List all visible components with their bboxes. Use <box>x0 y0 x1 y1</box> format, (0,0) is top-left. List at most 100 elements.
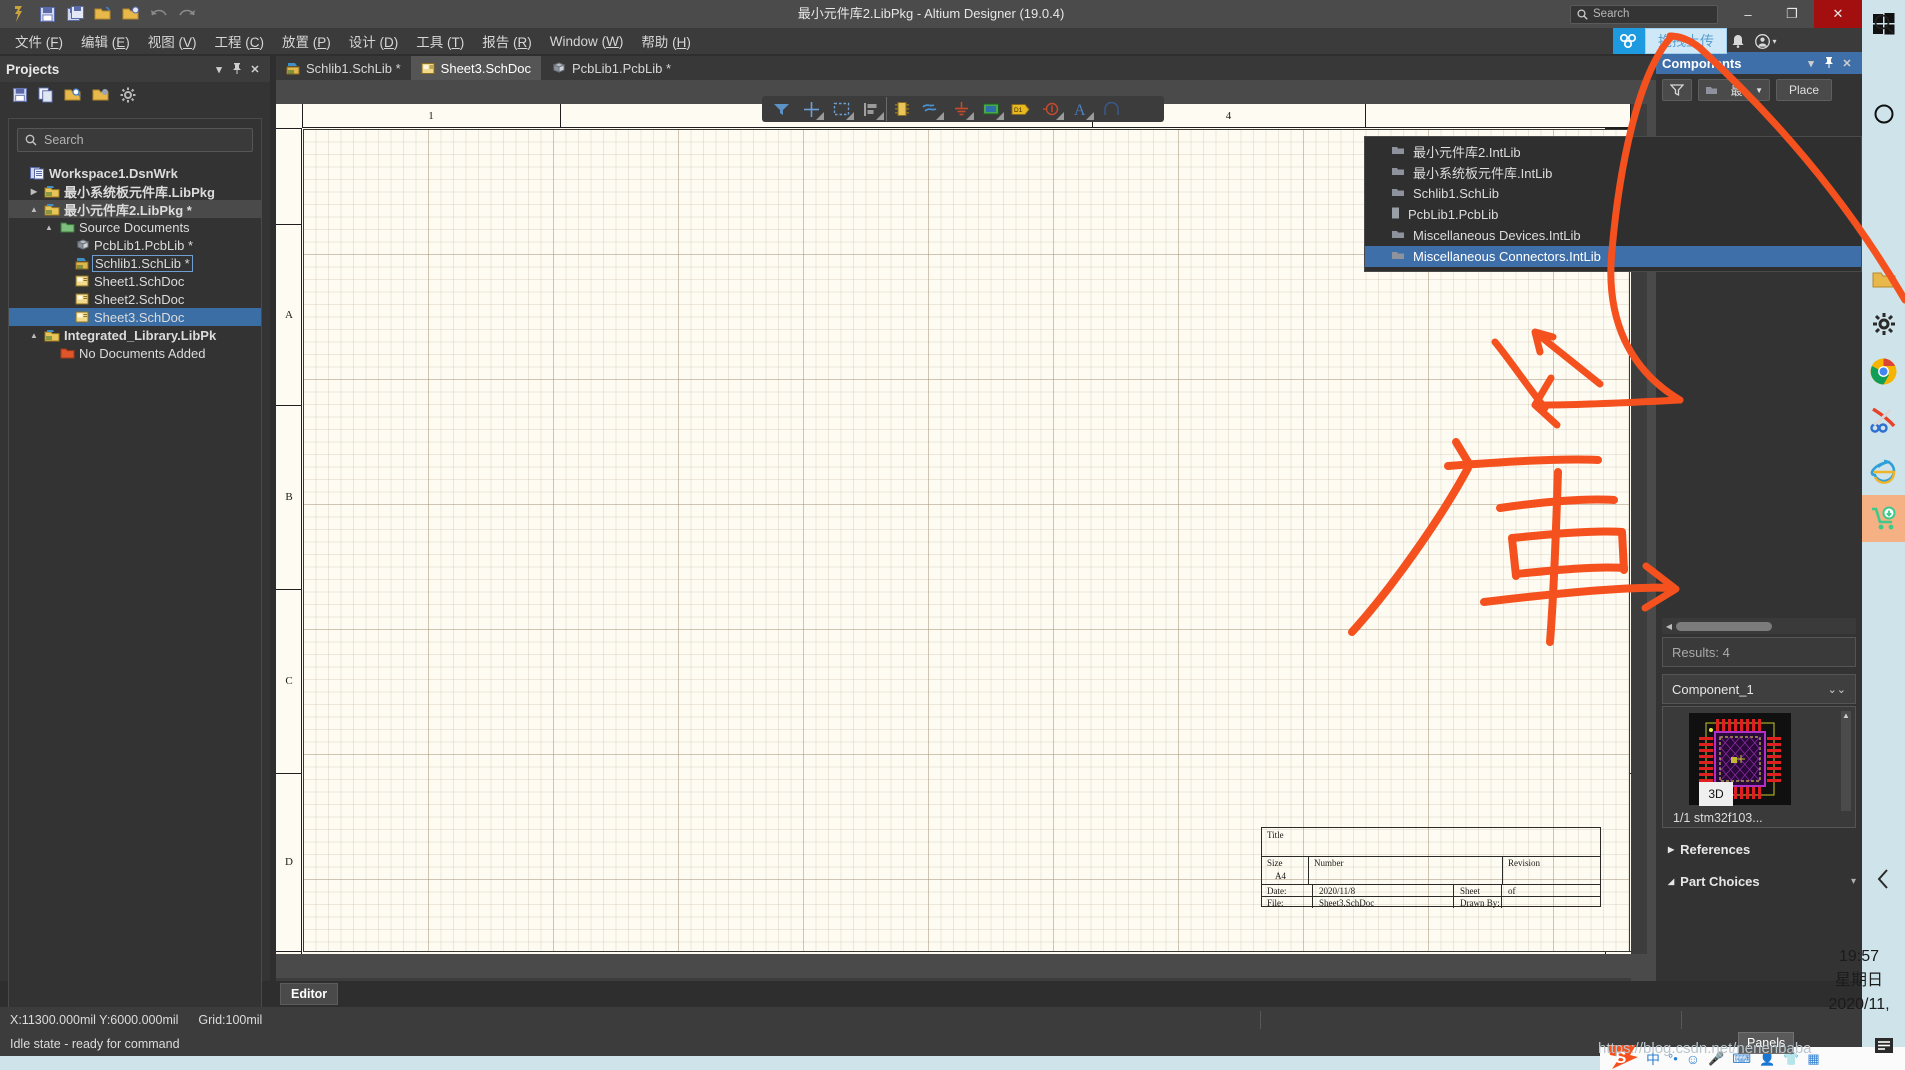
projects-gear-icon[interactable] <box>120 87 136 108</box>
minimize-button[interactable]: – <box>1726 0 1770 28</box>
projects-open-search-icon[interactable] <box>64 87 82 108</box>
shopping-cart-icon[interactable] <box>1862 495 1905 542</box>
tab-schlib1[interactable]: Schlib1.SchLib * <box>276 56 411 80</box>
projects-search-input[interactable]: Search <box>17 128 253 152</box>
menu-reports[interactable]: 报告 (R) <box>473 28 541 54</box>
components-hscroll-thumb[interactable] <box>1676 621 1772 631</box>
library-list-item[interactable]: 最小系统板元件库.IntLib <box>1365 162 1861 183</box>
tree-item[interactable]: Workspace1.DsnWrk <box>9 164 261 182</box>
global-search-input[interactable]: Search <box>1570 4 1718 24</box>
notification-bell-icon[interactable] <box>1727 34 1749 48</box>
preview-3d-badge[interactable]: 3D <box>1699 782 1733 806</box>
library-list-item[interactable]: PcbLib1.PcbLib <box>1365 204 1861 225</box>
section-more-icon[interactable]: ▾ <box>1851 876 1856 887</box>
tree-item[interactable]: Sheet2.SchDoc <box>9 290 261 308</box>
open-project-icon[interactable] <box>118 2 144 26</box>
collapse-arrow-icon[interactable]: ▲ <box>28 205 40 214</box>
section-references[interactable]: ▶ References <box>1668 842 1750 857</box>
projects-copy-icon[interactable] <box>38 86 54 108</box>
place-wire-icon[interactable] <box>916 97 946 121</box>
component-name-bar[interactable]: Component_1 ⌄⌄ <box>1662 674 1856 704</box>
preview-vscrollbar[interactable]: ▲ <box>1841 711 1851 811</box>
tab-pcblib1[interactable]: PcbLib1.PcbLib * <box>541 56 681 80</box>
menu-view[interactable]: 视图 (V) <box>139 28 206 54</box>
place-arc-icon[interactable] <box>1096 97 1126 121</box>
close-button[interactable]: ✕ <box>1814 0 1862 28</box>
menu-help[interactable]: 帮助 (H) <box>632 28 700 54</box>
place-net-label-icon[interactable]: D1 <box>1006 97 1036 121</box>
drag-upload-badge[interactable]: 拖拽上传 <box>1645 28 1727 54</box>
tree-item[interactable]: ▶ 最小系统板元件库.LibPkg <box>9 182 261 200</box>
menu-tools[interactable]: 工具 (T) <box>407 28 473 54</box>
chevron-double-down-icon[interactable]: ⌄⌄ <box>1828 683 1846 696</box>
menu-design[interactable]: 设计 (D) <box>340 28 408 54</box>
open-icon[interactable] <box>90 2 116 26</box>
internet-explorer-icon[interactable] <box>1862 447 1905 494</box>
place-button[interactable]: Place <box>1776 79 1832 101</box>
menu-edit[interactable]: 编辑 (E) <box>72 28 139 54</box>
tree-item[interactable]: PcbLib1.PcbLib * <box>9 236 261 254</box>
place-no-erc-icon[interactable] <box>1036 97 1066 121</box>
projects-save-icon[interactable] <box>12 87 28 108</box>
place-part-icon[interactable] <box>886 97 916 121</box>
save-all-icon[interactable] <box>62 2 88 26</box>
crosshair-icon[interactable] <box>796 97 826 121</box>
redo-icon[interactable] <box>174 2 200 26</box>
snipping-tool-icon[interactable] <box>1862 397 1905 444</box>
back-chevron-icon[interactable] <box>1862 855 1905 902</box>
library-list-item[interactable]: Miscellaneous Devices.IntLib <box>1365 225 1861 246</box>
place-gnd-icon[interactable] <box>946 97 976 121</box>
tab-sheet3[interactable]: Sheet3.SchDoc <box>410 56 542 80</box>
chevron-down-icon[interactable]: ▼ <box>1755 86 1763 95</box>
projects-settings-folder-icon[interactable] <box>92 87 110 108</box>
altium-365-icon[interactable] <box>1613 28 1645 54</box>
tree-item[interactable]: ▲ Integrated_Library.LibPk <box>9 326 261 344</box>
components-list-hscrollbar[interactable]: ◀ <box>1662 618 1856 634</box>
expand-arrow-icon[interactable]: ▶ <box>28 187 40 196</box>
cortana-circle-icon[interactable] <box>1862 90 1905 137</box>
scroll-left-arrow-icon[interactable]: ◀ <box>1662 622 1676 631</box>
library-list-item[interactable]: Miscellaneous Connectors.IntLib <box>1365 246 1861 267</box>
chevron-down-icon[interactable]: ▾ <box>210 63 228 76</box>
library-list-item[interactable]: 最小元件库2.IntLib <box>1365 141 1861 162</box>
menu-file[interactable]: 文件 (F) <box>6 28 72 54</box>
save-icon[interactable] <box>34 2 60 26</box>
menu-place[interactable]: 放置 (P) <box>273 28 340 54</box>
tree-item[interactable]: ▲ 最小元件库2.LibPkg * <box>9 200 261 218</box>
library-select-dropdown[interactable]: 最 ▼ <box>1698 79 1770 101</box>
tree-item[interactable]: No Documents Added <box>9 344 261 362</box>
menu-window[interactable]: Window (W) <box>541 31 633 52</box>
settings-gear-icon[interactable] <box>1862 300 1905 347</box>
tree-item[interactable]: Sheet3.SchDoc <box>9 308 261 326</box>
tree-item[interactable]: Sheet1.SchDoc <box>9 272 261 290</box>
pin-icon[interactable] <box>1820 56 1838 71</box>
place-sheet-symbol-icon[interactable] <box>976 97 1006 121</box>
search-icon[interactable] <box>1862 0 1905 47</box>
maximize-button[interactable]: ❐ <box>1770 0 1814 28</box>
collapse-arrow-icon[interactable]: ▲ <box>28 331 40 340</box>
account-menu[interactable]: ▾ <box>1749 33 1783 49</box>
library-list-item[interactable]: Schlib1.SchLib <box>1365 183 1861 204</box>
explorer-icon[interactable] <box>1862 255 1905 302</box>
place-text-icon[interactable]: A <box>1066 97 1096 121</box>
close-icon[interactable]: ✕ <box>1838 57 1856 70</box>
tree-item[interactable]: Schlib1.SchLib * <box>9 254 261 272</box>
editor-tab[interactable]: Editor <box>280 983 339 1005</box>
filter-icon[interactable] <box>766 97 796 121</box>
tree-item[interactable]: ▲ Source Documents <box>9 218 261 236</box>
chevron-down-icon[interactable]: ▾ <box>1772 37 1776 46</box>
undo-icon[interactable] <box>146 2 172 26</box>
close-icon[interactable]: ✕ <box>246 63 264 76</box>
select-area-icon[interactable] <box>826 97 856 121</box>
chrome-icon[interactable] <box>1862 348 1905 395</box>
altium-logo-icon[interactable] <box>6 2 32 26</box>
section-part-choices[interactable]: ◢ Part Choices <box>1668 874 1760 889</box>
scroll-up-arrow-icon[interactable]: ▲ <box>1841 711 1851 720</box>
menu-project[interactable]: 工程 (C) <box>206 28 274 54</box>
align-icon[interactable] <box>856 97 886 121</box>
pin-icon[interactable] <box>228 62 246 77</box>
collapse-arrow-icon[interactable]: ▲ <box>43 223 55 232</box>
chevron-down-icon[interactable]: ▾ <box>1802 57 1820 70</box>
components-filter-button[interactable] <box>1662 79 1692 101</box>
notification-center-icon[interactable] <box>1869 1032 1899 1060</box>
